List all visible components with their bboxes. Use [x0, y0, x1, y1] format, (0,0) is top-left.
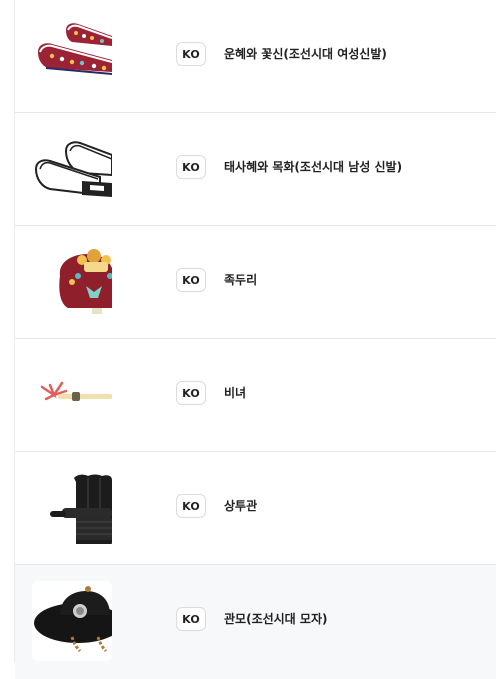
- item-title[interactable]: 관모(조선시대 모자): [224, 610, 327, 627]
- item-title[interactable]: 태사혜와 목화(조선시대 남성 신발): [224, 158, 402, 175]
- language-badge: KO: [176, 607, 206, 631]
- gat-hat-icon: [34, 586, 112, 653]
- language-badge: KO: [176, 155, 206, 179]
- thumbnail[interactable]: [32, 468, 112, 548]
- mens-shoes-icon: [34, 141, 112, 197]
- item-title[interactable]: 상투관: [224, 497, 257, 514]
- language-badge: KO: [176, 268, 206, 292]
- thumbnail[interactable]: [32, 16, 112, 96]
- thumbnail[interactable]: [32, 581, 112, 661]
- language-badge: KO: [176, 42, 206, 66]
- hairpin-icon: [40, 381, 112, 401]
- list-item[interactable]: KO 관모(조선시대 모자): [15, 565, 496, 679]
- item-title[interactable]: 족두리: [224, 271, 257, 288]
- list-item[interactable]: KO 비녀: [15, 339, 496, 452]
- embroidered-shoes-icon: [38, 23, 112, 75]
- artifact-list: KO 운혜와 꽃신(조선시대 여성신발) KO 태사혜와 목화(조선시대 남성 …: [15, 0, 496, 679]
- item-title[interactable]: 비녀: [224, 384, 246, 401]
- list-item[interactable]: KO 족두리: [15, 226, 496, 339]
- thumbnail[interactable]: [32, 242, 112, 322]
- jokduri-crown-icon: [59, 249, 112, 314]
- list-item[interactable]: KO 상투관: [15, 452, 496, 565]
- language-badge: KO: [176, 381, 206, 405]
- item-title[interactable]: 운혜와 꽃신(조선시대 여성신발): [224, 45, 387, 62]
- list-item[interactable]: KO 태사혜와 목화(조선시대 남성 신발): [15, 113, 496, 226]
- thumbnail[interactable]: [32, 129, 112, 209]
- list-item[interactable]: KO 운혜와 꽃신(조선시대 여성신발): [15, 0, 496, 113]
- topknot-cap-icon: [50, 474, 112, 544]
- thumbnail[interactable]: [32, 355, 112, 435]
- language-badge: KO: [176, 494, 206, 518]
